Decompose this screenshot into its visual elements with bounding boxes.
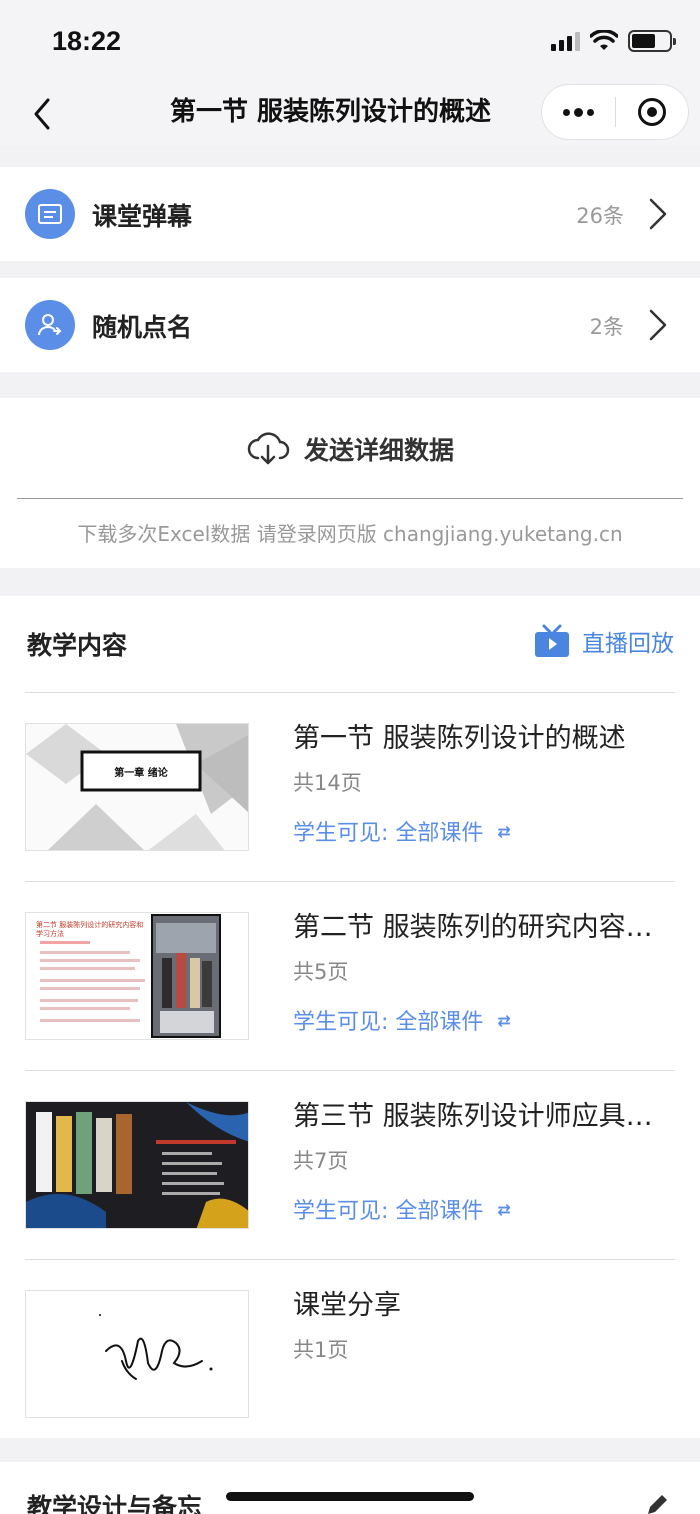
back-button[interactable]: [22, 94, 62, 134]
thumbnail-text: 第二节 服装陈列设计的研究内容和学习方法: [36, 921, 144, 938]
close-miniprogram-button[interactable]: [616, 85, 689, 139]
page-title: 第一节 服装陈列设计的概述: [170, 97, 492, 127]
nav-bar: 第一节 服装陈列设计的概述: [0, 80, 700, 146]
swap-icon: ⇄: [497, 821, 511, 841]
page-count: 共14页: [293, 771, 362, 795]
visibility-label: 学生可见: 全部课件: [293, 1010, 484, 1035]
thumbnail-text: 第一章 绪论: [114, 768, 168, 779]
page-count: 共5页: [293, 960, 349, 984]
visibility-label: 学生可见: 全部课件: [293, 821, 484, 846]
cloud-download-icon: [247, 432, 290, 465]
target-icon: [637, 98, 666, 126]
slide-thumbnail: [25, 1101, 249, 1229]
chevron-right-icon: [649, 198, 667, 230]
slide-thumbnail: 第一章 绪论: [25, 723, 249, 851]
roll-call-row[interactable]: 随机点名 2条: [0, 278, 700, 372]
home-indicator: [226, 1492, 474, 1501]
section-title: 教学设计与备忘: [27, 1493, 203, 1514]
tv-icon: [535, 624, 569, 657]
user-call-icon: [25, 300, 75, 350]
chevron-left-icon: [34, 98, 50, 130]
more-dots-icon: [562, 107, 594, 117]
visibility-toggle[interactable]: 学生可见: 全部课件 ⇄: [293, 815, 511, 847]
wifi-icon: [590, 30, 618, 50]
course-title: 第二节 服装陈列的研究内容与学习方法: [293, 912, 675, 943]
status-icons: [551, 30, 676, 52]
course-title: 课堂分享: [293, 1290, 401, 1321]
danmaku-count: 26条: [576, 204, 624, 228]
slide-thumbnail: 第二节 服装陈列设计的研究内容和学习方法: [25, 912, 249, 1040]
live-replay-button[interactable]: 直播回放: [534, 624, 674, 658]
roll-call-count: 2条: [589, 315, 624, 339]
course-title: 第一节 服装陈列设计的概述: [293, 723, 626, 754]
excel-hint: 下载多次Excel数据 请登录网页版 changjiang.yuketang.c…: [77, 522, 623, 546]
send-data-card: 发送详细数据 下载多次Excel数据 请登录网页版 changjiang.yuk…: [0, 398, 700, 568]
swap-icon: ⇄: [497, 1010, 511, 1030]
more-button[interactable]: [542, 85, 615, 139]
visibility-label: 学生可见: 全部课件: [293, 1199, 484, 1224]
divider: [17, 498, 683, 499]
status-time: 18:22: [52, 26, 122, 56]
send-data-button[interactable]: 发送详细数据: [0, 418, 700, 480]
live-replay-label: 直播回放: [582, 631, 674, 657]
teaching-design-card: 教学设计与备忘: [0, 1462, 700, 1514]
battery-icon: [628, 30, 676, 52]
cellular-signal-icon: [551, 31, 580, 51]
swap-icon: ⇄: [497, 1199, 511, 1219]
message-icon: [25, 189, 75, 239]
course-item[interactable]: 第二节 服装陈列设计的研究内容和学习方法 第二节 服装陈列的研究内容与学习方法 …: [25, 881, 675, 1069]
edit-icon[interactable]: [644, 1492, 670, 1514]
chevron-right-icon: [649, 309, 667, 341]
course-item[interactable]: 第一章 绪论 第一节 服装陈列设计的概述 共14页 学生可见: 全部课件 ⇄: [25, 692, 675, 880]
visibility-toggle[interactable]: 学生可见: 全部课件 ⇄: [293, 1004, 511, 1036]
page-count: 共1页: [293, 1338, 349, 1362]
course-title: 第三节 服装陈列设计师应具备的能力: [293, 1101, 675, 1132]
danmaku-row[interactable]: 课堂弹幕 26条: [0, 167, 700, 261]
danmaku-label: 课堂弹幕: [92, 202, 193, 231]
mini-program-capsule: [541, 84, 689, 140]
course-item[interactable]: 第三节 服装陈列设计师应具备的能力 共7页 学生可见: 全部课件 ⇄: [25, 1070, 675, 1258]
slide-thumbnail: [25, 1290, 249, 1418]
visibility-toggle[interactable]: 学生可见: 全部课件 ⇄: [293, 1193, 511, 1225]
course-item[interactable]: 课堂分享 共1页: [25, 1259, 675, 1447]
roll-call-label: 随机点名: [92, 313, 193, 342]
section-title: 教学内容: [27, 631, 128, 660]
status-bar: 18:22: [0, 0, 700, 80]
teaching-content-card: 教学内容 直播回放 第一章 绪论 第一节 服装陈列设计的概述 共14页 学生可见: [0, 596, 700, 1438]
page-count: 共7页: [293, 1149, 349, 1173]
send-data-label: 发送详细数据: [303, 436, 454, 465]
